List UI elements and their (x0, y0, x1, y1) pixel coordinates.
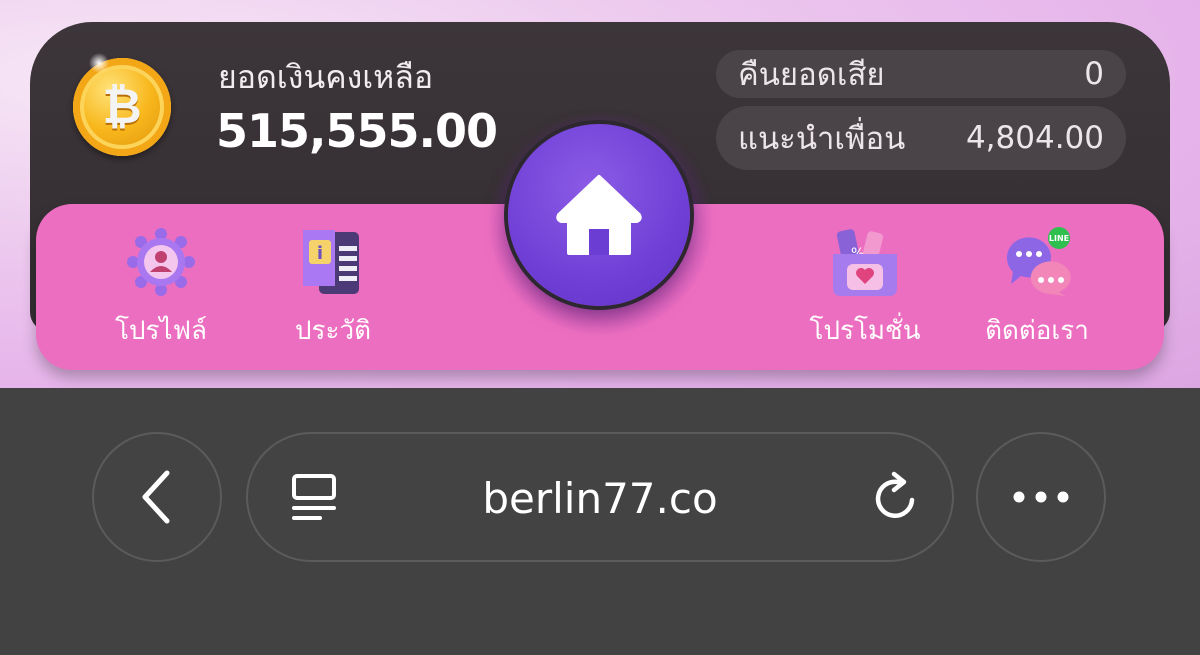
nav-item-promotion[interactable]: % โปรโมชั่น (790, 226, 940, 351)
profile-icon (125, 226, 197, 298)
history-icon: i (297, 226, 369, 298)
balance-amount: 515,555.00 (216, 104, 498, 158)
cashback-pill[interactable]: คืนยอดเสีย 0 (716, 50, 1126, 98)
home-icon (556, 175, 642, 255)
contact-icon: LINE (1001, 226, 1073, 298)
referral-label: แนะนำเพื่อน (738, 121, 906, 157)
nav-item-history[interactable]: i ประวัติ (258, 226, 408, 351)
home-button[interactable] (508, 124, 690, 306)
cashback-label: คืนยอดเสีย (738, 57, 885, 93)
address-bar[interactable]: berlin77.co (246, 432, 954, 562)
promotion-icon: % (829, 226, 901, 298)
reload-icon[interactable] (868, 470, 924, 526)
back-chevron-icon (142, 470, 170, 524)
back-button[interactable] (92, 432, 222, 562)
nav-label-promotion: โปรโมชั่น (809, 316, 921, 346)
nav-label-profile: โปรไฟล์ (115, 316, 207, 346)
svg-text:LINE: LINE (1049, 234, 1069, 243)
nav-label-history: ประวัติ (295, 316, 371, 346)
nav-item-profile[interactable]: โปรไฟล์ (86, 226, 236, 351)
nav-label-contact: ติดต่อเรา (985, 316, 1089, 346)
more-icon (1013, 491, 1069, 503)
nav-item-contact[interactable]: LINE ติดต่อเรา (962, 226, 1112, 351)
more-button[interactable] (976, 432, 1106, 562)
referral-pill[interactable]: แนะนำเพื่อน 4,804.00 (716, 106, 1126, 170)
cashback-value: 0 (1084, 56, 1104, 92)
sparkle-icon (88, 52, 110, 74)
referral-value: 4,804.00 (965, 120, 1104, 156)
svg-text:i: i (317, 243, 323, 264)
url-text[interactable]: berlin77.co (248, 474, 952, 523)
balance-label: ยอดเงินคงเหลือ (218, 58, 434, 96)
